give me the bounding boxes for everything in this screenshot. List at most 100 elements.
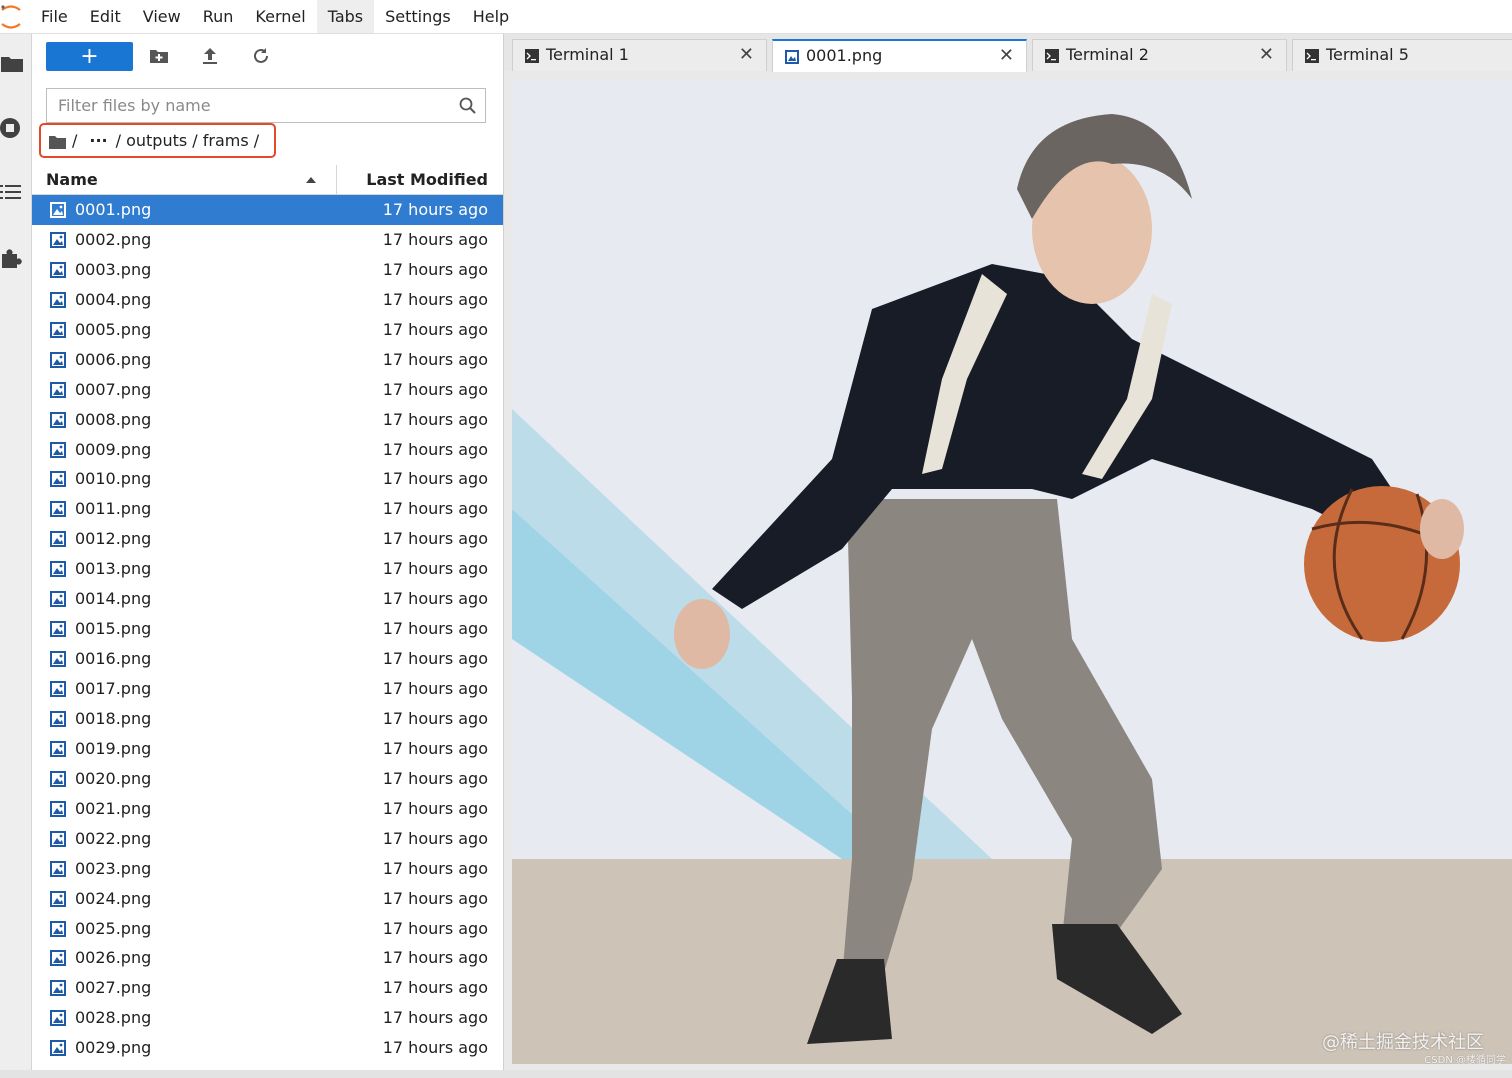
breadcrumb-path[interactable]: / outputs / frams / xyxy=(116,131,260,150)
file-row[interactable]: 0021.png 17 hours ago xyxy=(32,794,503,824)
file-modified: 17 hours ago xyxy=(382,948,488,968)
file-name: 0011.png xyxy=(75,499,152,519)
file-row[interactable]: 0020.png 17 hours ago xyxy=(32,764,503,794)
image-file-icon xyxy=(50,231,66,248)
file-row[interactable]: 0007.png 17 hours ago xyxy=(32,375,503,405)
watermark-small-text: CSDN @楼循同学 xyxy=(1424,1055,1506,1064)
image-file-icon xyxy=(50,561,66,578)
file-row[interactable]: 0001.png 17 hours ago xyxy=(32,195,503,225)
file-row[interactable]: 0002.png 17 hours ago xyxy=(32,225,503,255)
menu-settings[interactable]: Settings xyxy=(374,0,462,33)
file-modified: 17 hours ago xyxy=(382,768,488,788)
file-name: 0003.png xyxy=(75,259,152,279)
file-row[interactable]: 0014.png 17 hours ago xyxy=(32,584,503,614)
tab-terminal-2[interactable]: Terminal 2 ✕ xyxy=(1032,39,1287,71)
jupyter-logo-icon xyxy=(0,0,26,33)
file-row[interactable]: 0019.png 17 hours ago xyxy=(32,734,503,764)
menu-file[interactable]: File xyxy=(30,0,79,33)
image-file-icon xyxy=(50,261,66,278)
file-row[interactable]: 0022.png 17 hours ago xyxy=(32,824,503,854)
tab-0001-png[interactable]: 0001.png ✕ xyxy=(772,39,1027,72)
filter-files-input[interactable] xyxy=(47,89,458,122)
file-modified: 17 hours ago xyxy=(382,529,488,549)
tab-terminal-5[interactable]: Terminal 5 xyxy=(1292,39,1512,71)
image-file-icon xyxy=(50,860,66,877)
image-file-icon xyxy=(50,351,66,368)
last-modified-column-header[interactable]: Last Modified xyxy=(366,165,488,194)
tab-label: 0001.png xyxy=(806,46,883,65)
breadcrumb-root[interactable]: / xyxy=(72,131,77,150)
file-row[interactable]: 0016.png 17 hours ago xyxy=(32,644,503,674)
home-folder-icon[interactable] xyxy=(49,134,66,149)
close-icon[interactable]: ✕ xyxy=(739,40,754,70)
upload-icon[interactable] xyxy=(200,46,224,70)
image-file-icon xyxy=(50,531,66,548)
file-modified: 17 hours ago xyxy=(382,1038,488,1058)
search-icon[interactable] xyxy=(459,97,477,119)
image-file-icon xyxy=(50,651,66,668)
menu-tabs[interactable]: Tabs xyxy=(316,0,375,33)
file-row[interactable]: 0028.png 17 hours ago xyxy=(32,1003,503,1033)
image-file-icon xyxy=(50,381,66,398)
file-modified: 17 hours ago xyxy=(382,289,488,309)
close-icon[interactable]: ✕ xyxy=(999,41,1014,71)
basketball-player-image xyxy=(512,79,1512,1064)
file-name: 0020.png xyxy=(75,768,152,788)
filter-files-field xyxy=(46,88,486,123)
terminal-icon xyxy=(1305,48,1319,63)
file-modified: 17 hours ago xyxy=(382,679,488,698)
file-name: 0023.png xyxy=(75,858,152,878)
new-launcher-button[interactable]: + xyxy=(46,42,133,71)
file-modified: 17 hours ago xyxy=(382,499,488,519)
file-row[interactable]: 0017.png 17 hours ago xyxy=(32,674,503,704)
file-row[interactable]: 0003.png 17 hours ago xyxy=(32,255,503,285)
running-sessions-icon[interactable] xyxy=(0,116,24,140)
file-name: 0027.png xyxy=(75,978,152,998)
image-file-icon xyxy=(50,950,66,967)
file-row[interactable]: 0026.png 17 hours ago xyxy=(32,943,503,973)
file-name: 0012.png xyxy=(75,529,152,549)
extensions-puzzle-icon[interactable] xyxy=(0,246,24,270)
folder-icon[interactable] xyxy=(0,52,24,76)
new-folder-icon[interactable] xyxy=(149,46,173,70)
file-row[interactable]: 0029.png 17 hours ago xyxy=(32,1033,503,1063)
image-file-icon xyxy=(50,800,66,817)
file-row[interactable]: 0012.png 17 hours ago xyxy=(32,524,503,554)
file-row[interactable]: 0023.png 17 hours ago xyxy=(32,854,503,884)
file-row[interactable]: 0013.png 17 hours ago xyxy=(32,554,503,584)
image-file-icon xyxy=(50,980,66,997)
close-icon[interactable]: ✕ xyxy=(1259,40,1274,70)
file-modified: 17 hours ago xyxy=(382,259,488,279)
menu-view[interactable]: View xyxy=(132,0,192,33)
image-file-icon xyxy=(50,890,66,907)
file-row[interactable]: 0010.png 17 hours ago xyxy=(32,464,503,494)
table-of-contents-icon[interactable] xyxy=(0,180,24,204)
breadcrumb-ellipsis[interactable]: ··· xyxy=(89,131,107,150)
file-row[interactable]: 0025.png 17 hours ago xyxy=(32,914,503,944)
file-name: 0026.png xyxy=(75,948,152,968)
file-row[interactable]: 0006.png 17 hours ago xyxy=(32,345,503,375)
file-name: 0010.png xyxy=(75,469,152,489)
file-modified: 17 hours ago xyxy=(382,379,488,399)
menu-run[interactable]: Run xyxy=(192,0,245,33)
tab-terminal-1[interactable]: Terminal 1 ✕ xyxy=(512,39,767,71)
file-row[interactable]: 0018.png 17 hours ago xyxy=(32,704,503,734)
name-column-header[interactable]: Name xyxy=(32,165,337,194)
file-row[interactable]: 0004.png 17 hours ago xyxy=(32,285,503,315)
file-name: 0009.png xyxy=(75,439,152,459)
file-row[interactable]: 0024.png 17 hours ago xyxy=(32,884,503,914)
menu-help[interactable]: Help xyxy=(462,0,520,33)
file-row[interactable]: 0008.png 17 hours ago xyxy=(32,405,503,435)
refresh-icon[interactable] xyxy=(251,46,275,70)
file-modified: 17 hours ago xyxy=(382,409,488,429)
image-file-icon xyxy=(50,1010,66,1027)
menu-kernel[interactable]: Kernel xyxy=(244,0,316,33)
menu-edit[interactable]: Edit xyxy=(79,0,132,33)
menu-bar: File Edit View Run Kernel Tabs Settings Help xyxy=(0,0,1512,34)
file-row[interactable]: 0015.png 17 hours ago xyxy=(32,614,503,644)
file-row[interactable]: 0011.png 17 hours ago xyxy=(32,494,503,524)
file-row[interactable]: 0009.png 17 hours ago xyxy=(32,435,503,465)
file-row[interactable]: 0027.png 17 hours ago xyxy=(32,973,503,1003)
file-row[interactable]: 0005.png 17 hours ago xyxy=(32,315,503,345)
file-list-header: Name Last Modified xyxy=(32,165,503,195)
